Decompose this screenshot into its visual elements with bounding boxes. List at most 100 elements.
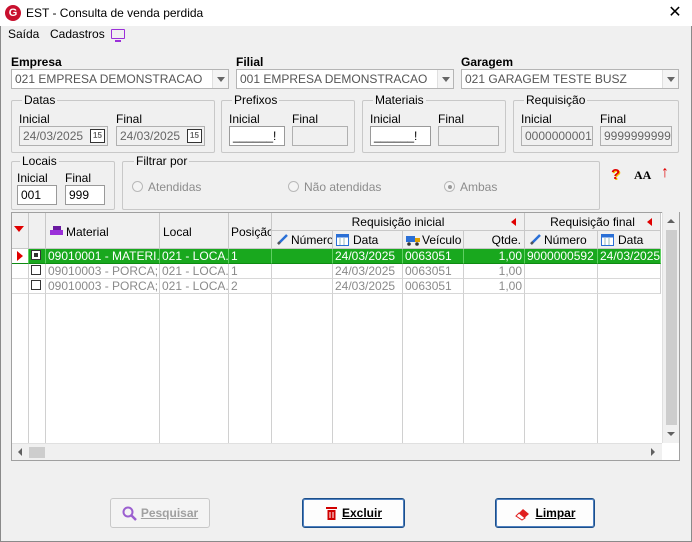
row-checkbox[interactable]: [31, 250, 41, 260]
cell-veiculo[interactable]: 0063051: [403, 279, 464, 294]
col-data-header[interactable]: Data: [333, 231, 403, 249]
collapse-left-icon[interactable]: [510, 217, 518, 227]
cell-qtde[interactable]: 1,00: [464, 264, 525, 279]
row-indicator: [12, 264, 29, 279]
col-material-header[interactable]: Material: [46, 213, 160, 249]
cell-posicao[interactable]: 1: [229, 249, 272, 264]
col-material-label: Material: [66, 225, 109, 239]
col-qtde-label: Qtde.: [491, 233, 521, 247]
prefixos-final-input[interactable]: [292, 126, 348, 146]
cell-data[interactable]: 24/03/2025: [333, 264, 403, 279]
menu-cadastros[interactable]: Cadastros: [50, 27, 105, 41]
materiais-inicial-input[interactable]: ______!: [370, 126, 431, 146]
garagem-value: 021 GARAGEM TESTE BUSZ: [465, 72, 627, 86]
menu-saida[interactable]: Saída: [8, 27, 39, 41]
font-size-icon[interactable]: AA: [634, 168, 651, 183]
grid-horizontal-scrollbar[interactable]: [12, 443, 662, 460]
datas-final-label: Final: [116, 112, 143, 126]
garagem-select[interactable]: 021 GARAGEM TESTE BUSZ: [461, 69, 679, 89]
cell-veiculo[interactable]: 0063051: [403, 264, 464, 279]
req-inicial-band[interactable]: Requisição inicial: [272, 213, 525, 231]
arrow-up-icon[interactable]: ↑: [661, 164, 669, 182]
empresa-select[interactable]: 021 EMPRESA DEMONSTRACAO: [11, 69, 229, 89]
horizontal-scroll-thumb[interactable]: [29, 447, 45, 458]
limpar-button[interactable]: Limpar: [495, 498, 595, 528]
help-icon[interactable]: ?: [611, 166, 620, 183]
window-title: EST - Consulta de venda perdida: [26, 6, 204, 20]
cell-numero[interactable]: [272, 264, 333, 279]
cell-local[interactable]: 021 - LOCA...: [160, 279, 229, 294]
scroll-up-icon[interactable]: [663, 214, 679, 228]
cell-numero2[interactable]: 9000000592: [525, 249, 598, 264]
chevron-down-icon[interactable]: [212, 70, 228, 88]
cell-data[interactable]: 24/03/2025: [333, 249, 403, 264]
pesquisar-button[interactable]: Pesquisar: [110, 498, 210, 528]
datas-inicial-input[interactable]: 24/03/2025 15: [19, 126, 108, 146]
cell-data2[interactable]: 24/03/2025: [598, 249, 661, 264]
prefixos-title: Prefixos: [232, 93, 280, 107]
prefixos-inicial-input[interactable]: ______!: [229, 126, 285, 146]
filtrar-title: Filtrar por: [134, 154, 190, 168]
radio-atendidas[interactable]: [132, 181, 143, 192]
row-checkbox[interactable]: [31, 265, 41, 275]
cell-qtde[interactable]: 1,00: [464, 279, 525, 294]
col-data2-header[interactable]: Data: [598, 231, 661, 249]
chevron-down-icon[interactable]: [662, 70, 678, 88]
cell-local[interactable]: 021 - LOCA...: [160, 264, 229, 279]
close-icon[interactable]: ✕: [664, 3, 686, 23]
requisicao-inicial-input[interactable]: 0000000001: [521, 126, 593, 146]
radio-nao-atendidas[interactable]: [288, 181, 299, 192]
cell-data2[interactable]: [598, 279, 661, 294]
datas-final-value: 24/03/2025: [120, 129, 181, 143]
col-qtde-header[interactable]: Qtde.: [464, 231, 525, 249]
excluir-button[interactable]: Excluir: [302, 498, 405, 528]
scroll-down-icon[interactable]: [663, 427, 679, 441]
cell-qtde[interactable]: 1,00: [464, 249, 525, 264]
cell-veiculo[interactable]: 0063051: [403, 249, 464, 264]
col-numero-header[interactable]: Número: [272, 231, 333, 249]
cell-material[interactable]: 09010003 - PORCA; ...: [46, 279, 160, 294]
col-posicao-header[interactable]: Posição: [229, 213, 272, 249]
current-row-icon: [17, 251, 23, 261]
cell-numero2[interactable]: [525, 279, 598, 294]
calendar-icon[interactable]: 15: [187, 129, 202, 143]
results-grid[interactable]: Material Local Posição Requisição inicia…: [11, 212, 680, 461]
cell-numero2[interactable]: [525, 264, 598, 279]
cell-local[interactable]: 021 - LOCA...: [160, 249, 229, 264]
requisicao-title: Requisição: [524, 93, 588, 107]
scroll-right-icon[interactable]: [646, 444, 660, 460]
col-data-label: Data: [353, 233, 379, 247]
cell-data2[interactable]: [598, 264, 661, 279]
cell-numero[interactable]: [272, 279, 333, 294]
locais-inicial-input[interactable]: 001: [17, 185, 57, 205]
radio-ambas[interactable]: [444, 181, 455, 192]
cell-posicao[interactable]: 2: [229, 279, 272, 294]
chevron-down-icon[interactable]: [437, 70, 453, 88]
materiais-final-input[interactable]: [438, 126, 499, 146]
datas-final-input[interactable]: 24/03/2025 15: [116, 126, 205, 146]
req-final-band[interactable]: Requisição final: [525, 213, 661, 231]
requisicao-final-input[interactable]: 9999999999: [600, 126, 672, 146]
vertical-scroll-thumb[interactable]: [666, 230, 677, 425]
col-local-header[interactable]: Local: [160, 213, 229, 249]
grid-vertical-scrollbar[interactable]: [662, 212, 679, 443]
col-veiculo-header[interactable]: Veículo: [403, 231, 464, 249]
cell-material[interactable]: 09010001 - MATERI...: [46, 249, 160, 264]
requisicao-final-label: Final: [600, 112, 627, 126]
cell-numero[interactable]: [272, 249, 333, 264]
cell-data[interactable]: 24/03/2025: [333, 279, 403, 294]
pencil-icon: [277, 234, 288, 245]
scroll-left-icon[interactable]: [13, 444, 27, 460]
calendar-icon[interactable]: 15: [90, 129, 105, 143]
grid-check-header[interactable]: [29, 213, 46, 249]
collapse-left-icon[interactable]: [646, 217, 654, 227]
cell-posicao[interactable]: 1: [229, 264, 272, 279]
filial-select[interactable]: 001 EMPRESA DEMONSTRACAO: [236, 69, 454, 89]
cell-material[interactable]: 09010003 - PORCA; ...: [46, 264, 160, 279]
row-checkbox[interactable]: [31, 280, 41, 290]
col-numero2-header[interactable]: Número: [525, 231, 598, 249]
col-numero-label: Número: [291, 233, 333, 247]
monitor-icon[interactable]: [111, 29, 125, 42]
locais-final-input[interactable]: 999: [65, 185, 105, 205]
grid-indicator-header[interactable]: [12, 213, 29, 249]
